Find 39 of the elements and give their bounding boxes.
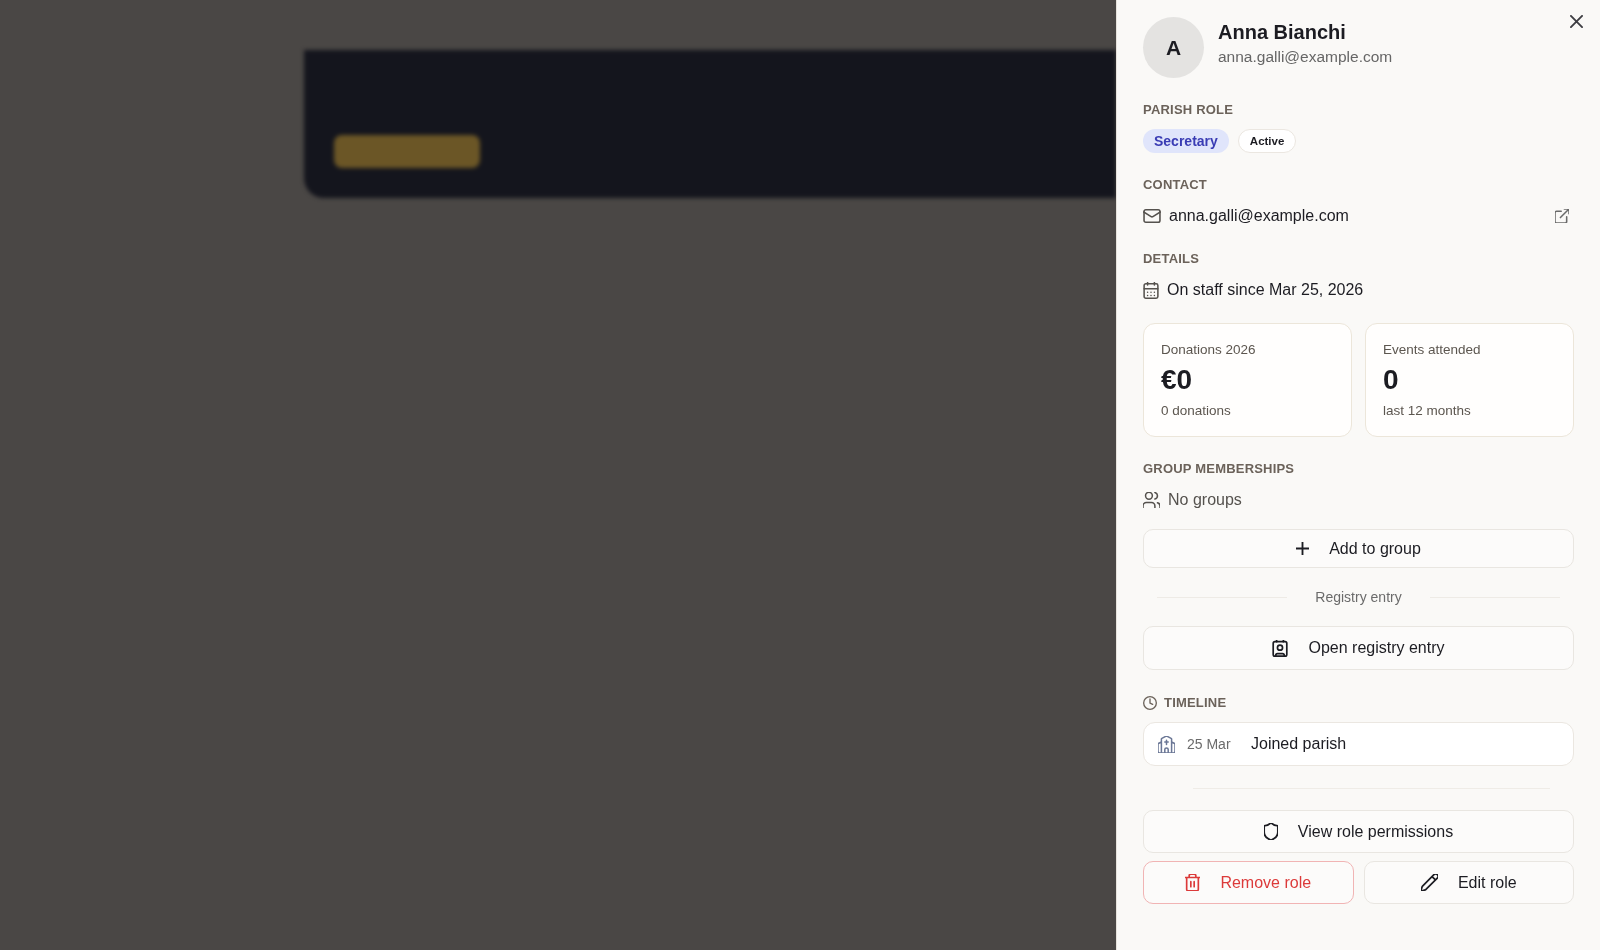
remove-role-button[interactable]: Remove role — [1143, 861, 1354, 904]
stat-label: Donations 2026 — [1161, 342, 1257, 358]
section-heading: DETAILS — [1143, 251, 1201, 267]
section-heading: GROUP MEMBERSHIPS — [1143, 461, 1296, 477]
mail-icon — [1143, 209, 1161, 223]
role-badge: Secretary — [1143, 129, 1229, 153]
church-icon — [1158, 735, 1175, 753]
stat-note: 0 donations — [1161, 403, 1232, 419]
shield-icon — [1263, 823, 1278, 840]
avatar: A — [1143, 17, 1204, 78]
stat-label: Events attended — [1383, 342, 1482, 358]
plus-icon — [1296, 542, 1310, 555]
open-registry-button[interactable]: Open registry entry — [1143, 626, 1574, 670]
calendar-icon — [1143, 281, 1159, 299]
profile-email: anna.galli@example.com — [1218, 47, 1393, 67]
stat-value: €0 — [1161, 364, 1194, 396]
divider-label: Registry entry — [1315, 588, 1402, 606]
trash-icon — [1185, 874, 1201, 891]
contact-card-icon — [1272, 639, 1289, 657]
users-icon — [1143, 492, 1160, 508]
event-text: Joined parish — [1251, 735, 1347, 753]
staff-since-text: On staff since Mar 25, 2026 — [1167, 280, 1364, 300]
edit-role-button[interactable]: Edit role — [1363, 861, 1574, 904]
pencil-icon — [1420, 874, 1438, 891]
section-heading: TIMELINE — [1164, 695, 1227, 711]
section-heading: PARISH ROLE — [1143, 102, 1235, 118]
profile-name: Anna Bianchi — [1218, 20, 1347, 44]
view-permissions-button[interactable]: View role permissions — [1143, 810, 1574, 853]
stat-note: last 12 months — [1383, 403, 1472, 419]
external-link-icon[interactable] — [1555, 209, 1569, 223]
status-badge: Active — [1237, 129, 1297, 153]
clock-icon — [1143, 696, 1157, 710]
event-date: 25 Mar — [1187, 736, 1232, 752]
stat-value: 0 — [1383, 364, 1400, 396]
close-icon — [1570, 15, 1583, 28]
add-to-group-button[interactable]: Add to group — [1143, 529, 1574, 568]
section-heading: CONTACT — [1143, 177, 1208, 193]
empty-groups-text: No groups — [1168, 490, 1242, 510]
contact-email: anna.galli@example.com — [1169, 206, 1349, 226]
